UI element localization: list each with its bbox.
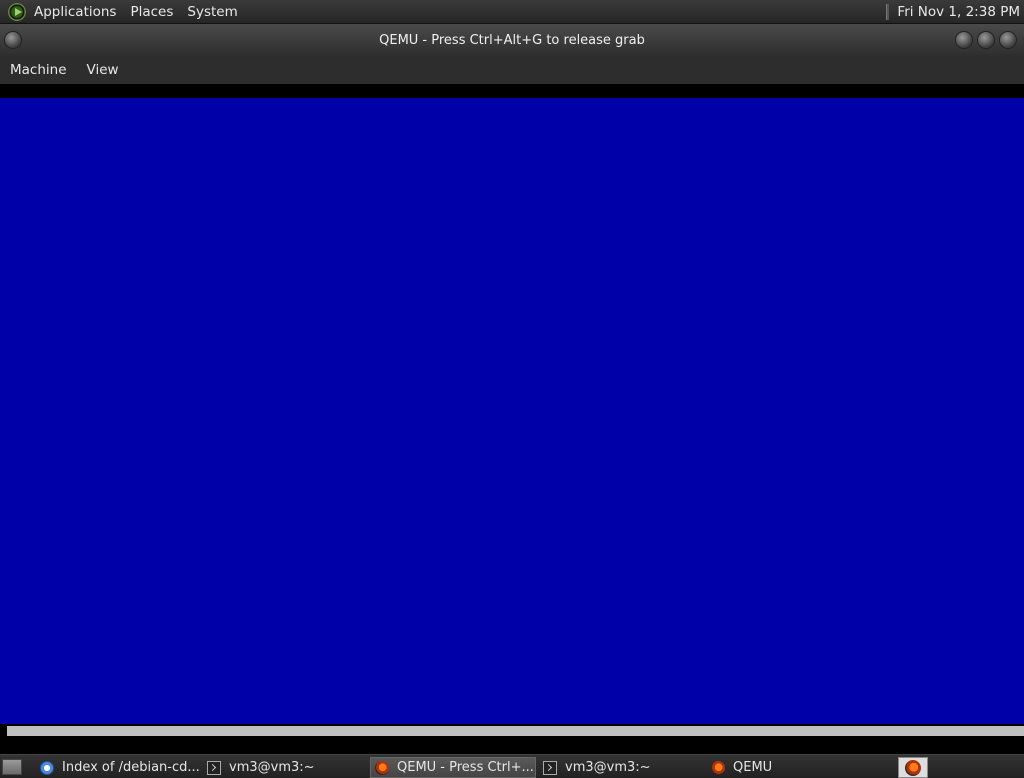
task-terminal-2[interactable]: vm3@vm3:~	[539, 757, 703, 778]
maximize-button[interactable]	[978, 32, 994, 48]
window-menu-icon[interactable]	[5, 32, 21, 48]
task-terminal-1[interactable]: vm3@vm3:~	[203, 757, 367, 778]
close-button[interactable]	[1000, 32, 1016, 48]
window-titlebar[interactable]: QEMU - Press Ctrl+Alt+G to release grab	[0, 24, 1024, 56]
top-panel: Applications Places System Fri Nov 1, 2:…	[0, 0, 1024, 24]
vm-progress-bar	[7, 726, 1024, 736]
applications-logo-icon[interactable]	[8, 2, 26, 21]
applications-menu[interactable]: Applications	[34, 4, 116, 20]
panel-separator	[886, 4, 890, 20]
task-browser[interactable]: Index of /debian-cd...	[36, 757, 200, 778]
task-label: vm3@vm3:~	[565, 760, 651, 775]
browser-icon	[40, 760, 54, 775]
terminal-icon	[207, 760, 221, 775]
terminal-icon	[543, 760, 557, 775]
clock[interactable]: Fri Nov 1, 2:38 PM	[886, 0, 1020, 24]
clock-text: Fri Nov 1, 2:38 PM	[897, 4, 1020, 20]
minimize-button[interactable]	[956, 32, 972, 48]
task-label: QEMU	[733, 760, 773, 775]
task-qemu-active[interactable]: QEMU - Press Ctrl+...	[370, 757, 536, 778]
qemu-icon	[375, 760, 389, 775]
places-menu[interactable]: Places	[130, 4, 173, 20]
task-qemu[interactable]: QEMU	[707, 757, 871, 778]
vm-border-top	[0, 84, 1024, 98]
machine-menu[interactable]: Machine	[10, 62, 67, 78]
task-label: QEMU - Press Ctrl+...	[397, 760, 534, 775]
qemu-icon	[905, 759, 921, 776]
vm-screen[interactable]	[0, 98, 1024, 724]
show-desktop-icon[interactable]	[2, 758, 22, 775]
menubar: Machine View	[0, 56, 1024, 84]
task-label: Index of /debian-cd...	[62, 760, 200, 775]
panel-menu: Applications Places System	[0, 0, 252, 24]
qemu-icon	[711, 760, 725, 775]
system-menu[interactable]: System	[187, 4, 237, 20]
task-label: vm3@vm3:~	[229, 760, 315, 775]
view-menu[interactable]: View	[87, 62, 119, 78]
tray-qemu-launcher[interactable]	[898, 757, 928, 778]
taskbar: Index of /debian-cd... vm3@vm3:~ QEMU - …	[0, 754, 1024, 778]
window-title: QEMU - Press Ctrl+Alt+G to release grab	[379, 32, 645, 48]
